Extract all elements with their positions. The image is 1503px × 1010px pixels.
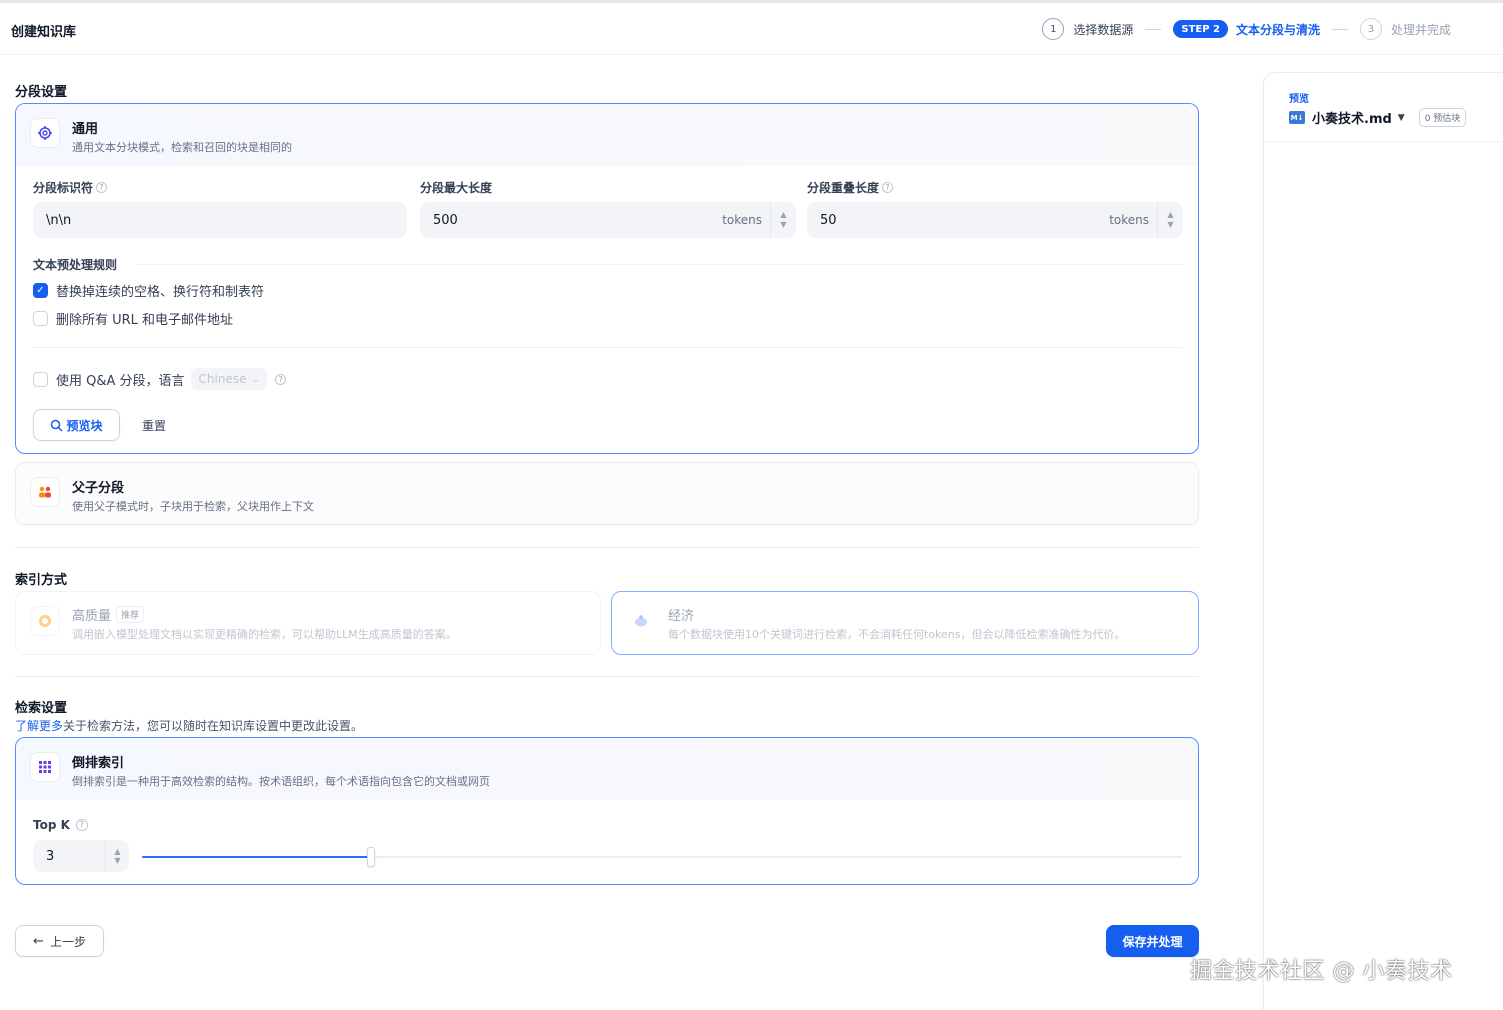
previous-step-button[interactable]: ← 上一步 <box>15 925 104 957</box>
qa-segment-label: 使用 Q&A 分段，语言 <box>56 373 185 389</box>
watermark: 掘金技术社区 @ 小奏技术 <box>1190 959 1453 984</box>
topk-input[interactable]: 3 ▲ ▼ <box>33 840 129 872</box>
language-select[interactable]: Chinese ⌄ <box>190 368 268 390</box>
retrieval-help-text: 了解更多关于检索方法，您可以随时在知识库设置中更改此设置。 <box>15 719 364 733</box>
section-divider <box>15 547 1199 548</box>
reset-button[interactable]: 重置 <box>142 417 166 434</box>
piggy-bank-icon <box>626 606 656 636</box>
topk-stepper[interactable]: ▲ ▼ <box>105 840 129 872</box>
chevron-down-icon[interactable]: ▼ <box>114 856 120 865</box>
help-icon[interactable]: ? <box>275 373 287 385</box>
chevron-down-icon[interactable]: ▼ <box>780 220 786 230</box>
economy-name: 经济 <box>668 609 695 624</box>
recommend-tag: 推荐 <box>116 606 145 623</box>
checkbox-unchecked[interactable] <box>33 311 48 326</box>
max-length-label: 分段最大长度 <box>420 181 493 195</box>
section-divider <box>15 676 1199 677</box>
preview-chunks-button[interactable]: 预览块 <box>33 409 120 441</box>
general-mode-desc: 通用文本分块模式，检索和召回的块是相同的 <box>72 141 292 154</box>
general-mode-name: 通用 <box>72 122 99 137</box>
save-and-process-button[interactable]: 保存并处理 <box>1106 925 1199 957</box>
max-length-stepper[interactable]: ▲ ▼ <box>770 202 796 238</box>
chevron-up-icon[interactable]: ▲ <box>780 210 786 220</box>
preview-title: 预览 <box>1289 94 1309 105</box>
overlap-unit: tokens <box>1109 213 1149 227</box>
sparkle-icon <box>30 606 60 636</box>
preview-panel: 预览 M↓ 小奏技术.md ▼ 0 预估块 <box>1263 72 1503 1010</box>
max-length-input[interactable]: 500 tokens ▲ ▼ <box>420 202 796 238</box>
divider <box>33 347 1182 348</box>
file-selector[interactable]: M↓ 小奏技术.md ▼ 0 预估块 <box>1289 108 1467 127</box>
rule-remove-urls[interactable]: 删除所有 URL 和电子邮件地址 <box>33 309 233 328</box>
grid-icon <box>30 752 60 782</box>
separator-label: 分段标识符? <box>33 179 108 196</box>
step-separator <box>1145 28 1162 30</box>
rule-replace-label: 替换掉连续的空格、换行符和制表符 <box>56 285 265 300</box>
step-1-number: 1 <box>1042 18 1065 40</box>
chevron-down-icon: ⌄ <box>252 374 260 384</box>
qa-segment-option[interactable]: 使用 Q&A 分段，语言 Chinese ⌄ ? <box>33 368 287 390</box>
parent-child-desc: 使用父子模式时，子块用于检索，父块用作上下文 <box>72 500 314 513</box>
chevron-up-icon[interactable]: ▲ <box>1167 210 1173 220</box>
preview-divider <box>1264 141 1503 142</box>
preprocess-rules-title: 文本预处理规则 <box>33 258 118 272</box>
step-2-label: 文本分段与清洗 <box>1235 22 1320 37</box>
stepper: 1 选择数据源 STEP 2 文本分段与清洗 3 处理并完成 <box>1042 18 1451 40</box>
max-length-unit: tokens <box>722 213 762 227</box>
overlap-stepper[interactable]: ▲ ▼ <box>1157 202 1183 238</box>
step-separator <box>1331 28 1348 30</box>
general-mode-card[interactable]: 通用 通用文本分块模式，检索和召回的块是相同的 分段标识符? \n\n 分段最大… <box>15 103 1199 454</box>
overlap-label: 分段重叠长度? <box>807 179 894 196</box>
file-name: 小奏技术.md <box>1312 112 1392 127</box>
general-card-header: 通用 通用文本分块模式，检索和召回的块是相同的 <box>16 104 1198 166</box>
checkbox-checked[interactable]: ✓ <box>33 283 48 298</box>
parent-child-mode-card[interactable]: 父子分段 使用父子模式时，子块用于检索，父块用作上下文 <box>15 462 1199 525</box>
topk-value: 3 <box>46 848 55 864</box>
overlap-input[interactable]: 50 tokens ▲ ▼ <box>807 202 1183 238</box>
overlap-value: 50 <box>820 212 837 228</box>
users-icon <box>30 477 60 507</box>
search-icon <box>51 419 64 432</box>
step-3-label: 处理并完成 <box>1390 22 1451 37</box>
checkbox-unchecked[interactable] <box>33 371 48 387</box>
learn-more-link[interactable]: 了解更多 <box>15 719 63 733</box>
arrow-left-icon: ← <box>33 933 44 949</box>
page-title: 创建知识库 <box>11 25 77 40</box>
step-3-number: 3 <box>1359 18 1382 40</box>
parent-child-name: 父子分段 <box>72 481 125 496</box>
help-icon[interactable]: ? <box>75 819 88 831</box>
help-icon[interactable]: ? <box>882 182 894 193</box>
high-quality-desc: 调用嵌入模型处理文档以实现更精确的检索，可以帮助LLM生成高质量的答案。 <box>72 628 457 641</box>
high-quality-index-card[interactable]: 高质量 推荐 调用嵌入模型处理文档以实现更精确的检索，可以帮助LLM生成高质量的答… <box>15 591 601 655</box>
markdown-file-icon: M↓ <box>1289 111 1305 124</box>
topk-label: Top K? <box>33 818 88 832</box>
rule-replace-whitespace[interactable]: ✓ 替换掉连续的空格、换行符和制表符 <box>33 281 264 300</box>
economy-desc: 每个数据块使用10个关键词进行检索，不会消耗任何tokens，但会以降低检索准确… <box>668 628 1126 641</box>
topk-slider-handle[interactable] <box>366 847 375 867</box>
separator-input[interactable]: \n\n <box>33 202 407 238</box>
rules-divider <box>136 264 1182 265</box>
inverted-index-desc: 倒排索引是一种用于高效检索的结构。按术语组织，每个术语指向包含它的文档或网页 <box>72 775 490 788</box>
rule-remove-label: 删除所有 URL 和电子邮件地址 <box>56 313 234 328</box>
high-quality-name: 高质量 推荐 <box>72 605 145 624</box>
step-1-label: 选择数据源 <box>1073 22 1134 37</box>
inverted-index-card[interactable]: 倒排索引 倒排索引是一种用于高效检索的结构。按术语组织，每个术语指向包含它的文档… <box>15 737 1199 885</box>
chevron-down-icon[interactable]: ▼ <box>1167 220 1173 230</box>
estimate-chunks-badge: 0 预估块 <box>1418 108 1467 127</box>
index-section-title: 索引方式 <box>15 573 68 588</box>
retrieval-section-title: 检索设置 <box>15 701 68 716</box>
inverted-card-header: 倒排索引 倒排索引是一种用于高效检索的结构。按术语组织，每个术语指向包含它的文档… <box>16 738 1198 800</box>
topk-slider-fill <box>142 856 371 858</box>
chevron-up-icon[interactable]: ▲ <box>114 847 120 856</box>
chevron-down-icon[interactable]: ▼ <box>1398 113 1405 123</box>
topk-slider[interactable] <box>142 847 1182 867</box>
max-length-value: 500 <box>433 212 458 228</box>
economy-index-card[interactable]: 经济 每个数据块使用10个关键词进行检索，不会消耗任何tokens，但会以降低检… <box>611 591 1199 655</box>
help-icon[interactable]: ? <box>96 182 108 193</box>
segment-section-title: 分段设置 <box>15 85 68 100</box>
gear-icon <box>30 118 60 148</box>
inverted-index-name: 倒排索引 <box>72 756 125 771</box>
step-2-badge: STEP 2 <box>1173 20 1228 38</box>
page-header: 创建知识库 1 选择数据源 STEP 2 文本分段与清洗 3 处理并完成 <box>0 3 1503 55</box>
